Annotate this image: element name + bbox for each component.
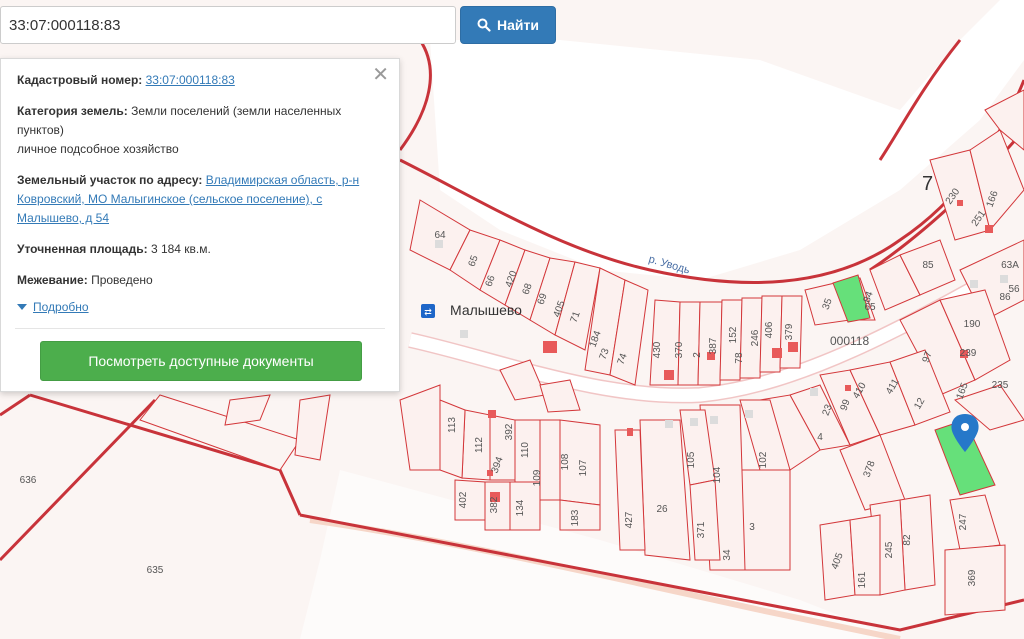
area-label: Уточненная площадь: bbox=[17, 242, 148, 256]
parcel-number-label: 108 bbox=[560, 453, 571, 470]
area-value: 3 184 кв.м. bbox=[150, 242, 211, 256]
parcel-number-label: 382 bbox=[489, 496, 500, 513]
parcel-number-label: 427 bbox=[624, 511, 635, 528]
parcel-number-label: 63А bbox=[1001, 260, 1019, 271]
parcel-number-label: 109 bbox=[532, 469, 543, 486]
parcel-number-label: 102 bbox=[758, 451, 769, 468]
village-name: Малышево bbox=[450, 302, 522, 318]
cadastral-number-label: Кадастровый номер: bbox=[17, 73, 143, 87]
survey-row: Межевание: Проведено bbox=[17, 271, 383, 290]
parcel-number-label: 406 bbox=[764, 321, 775, 338]
svg-text:⇄: ⇄ bbox=[424, 307, 432, 317]
parcel-number-label: 430 bbox=[652, 341, 663, 358]
search-icon bbox=[477, 18, 491, 32]
parcel-number-label: 246 bbox=[750, 329, 761, 346]
parcel-number-label: 635 bbox=[147, 565, 164, 576]
address-label: Земельный участок по адресу: bbox=[17, 173, 203, 187]
parcel-number-label: 235 bbox=[992, 380, 1009, 391]
details-toggle[interactable]: Подробно bbox=[17, 300, 383, 314]
close-icon[interactable]: ✕ bbox=[372, 65, 389, 85]
details-link[interactable]: Подробно bbox=[33, 300, 89, 314]
parcel-number-label: 86 bbox=[999, 292, 1011, 303]
parcel-number-label: 190 bbox=[964, 319, 981, 330]
parcel-number-label: 239 bbox=[960, 348, 977, 359]
parcel-number-label: 105 bbox=[686, 451, 697, 468]
bus-stop-icon: ⇄ bbox=[421, 304, 435, 318]
area-row: Уточненная площадь: 3 184 кв.м. bbox=[17, 240, 383, 259]
parcel-number-label: 65 bbox=[864, 302, 876, 313]
cadastral-number-link[interactable]: 33:07:000118:83 bbox=[146, 73, 235, 87]
parcel-number-label: 636 bbox=[20, 475, 37, 486]
land-category-row: Категория земель: Земли поселений (земли… bbox=[17, 102, 383, 159]
survey-label: Межевание: bbox=[17, 273, 88, 287]
parcel-number-label: 134 bbox=[515, 499, 526, 516]
parcel-number-label: 4 bbox=[817, 432, 823, 443]
parcel-number-label: 82 bbox=[902, 534, 913, 546]
parcel-number-label: 183 bbox=[570, 509, 581, 526]
parcel-number-label: 387 bbox=[708, 337, 719, 354]
parcel-number-label: 64 bbox=[434, 230, 446, 241]
parcel-number-label: 152 bbox=[728, 326, 739, 343]
parcel-number-label: 247 bbox=[958, 513, 969, 530]
survey-value: Проведено bbox=[91, 273, 153, 287]
parcel-number-label: 110 bbox=[520, 442, 531, 458]
search-input[interactable] bbox=[1, 7, 455, 43]
parcel-number-label: 369 bbox=[967, 569, 978, 586]
search-button[interactable]: Найти bbox=[460, 6, 556, 44]
parcel-number-label: 26 bbox=[656, 504, 668, 515]
parcel-number-label: 2 bbox=[692, 352, 703, 358]
parcel-number-label: 379 bbox=[784, 323, 795, 340]
parcel-number-label: 3 bbox=[749, 522, 755, 533]
caret-down-icon bbox=[17, 304, 27, 310]
view-documents-button[interactable]: Посмотреть доступные документы bbox=[40, 341, 362, 381]
parcel-number-label: 112 bbox=[474, 437, 485, 453]
parcel-number-label: 161 bbox=[857, 571, 868, 588]
parcel-number-label: 104 bbox=[712, 466, 723, 483]
quarter-label: 000118 bbox=[830, 334, 869, 348]
parcel-number-label: 371 bbox=[696, 521, 707, 538]
parcel-number-label: 113 bbox=[447, 417, 458, 433]
search-button-label: Найти bbox=[497, 17, 539, 33]
parcel-info-popup: ✕ Кадастровый номер: 33:07:000118:83 Кат… bbox=[0, 58, 400, 392]
land-category-label: Категория земель: bbox=[17, 104, 128, 118]
address-row: Земельный участок по адресу: Владимирска… bbox=[17, 171, 383, 228]
parcel-number-label: 78 bbox=[734, 352, 745, 364]
parcel-number-label: 85 bbox=[922, 260, 934, 271]
parcel-number-label: 392 bbox=[504, 423, 515, 440]
parcel-number-label: 34 bbox=[722, 549, 733, 561]
land-use-value: личное подсобное хозяйство bbox=[17, 142, 179, 156]
parcel-number-label: 107 bbox=[578, 459, 589, 476]
parcel-number-label: 245 bbox=[884, 541, 895, 558]
search-box[interactable] bbox=[0, 6, 456, 44]
parcel-number-label: 370 bbox=[674, 341, 685, 358]
district-number: 7 bbox=[922, 173, 933, 195]
cadastral-number-row: Кадастровый номер: 33:07:000118:83 bbox=[17, 71, 383, 90]
parcel-number-label: 402 bbox=[458, 491, 469, 508]
popup-divider bbox=[15, 328, 385, 329]
